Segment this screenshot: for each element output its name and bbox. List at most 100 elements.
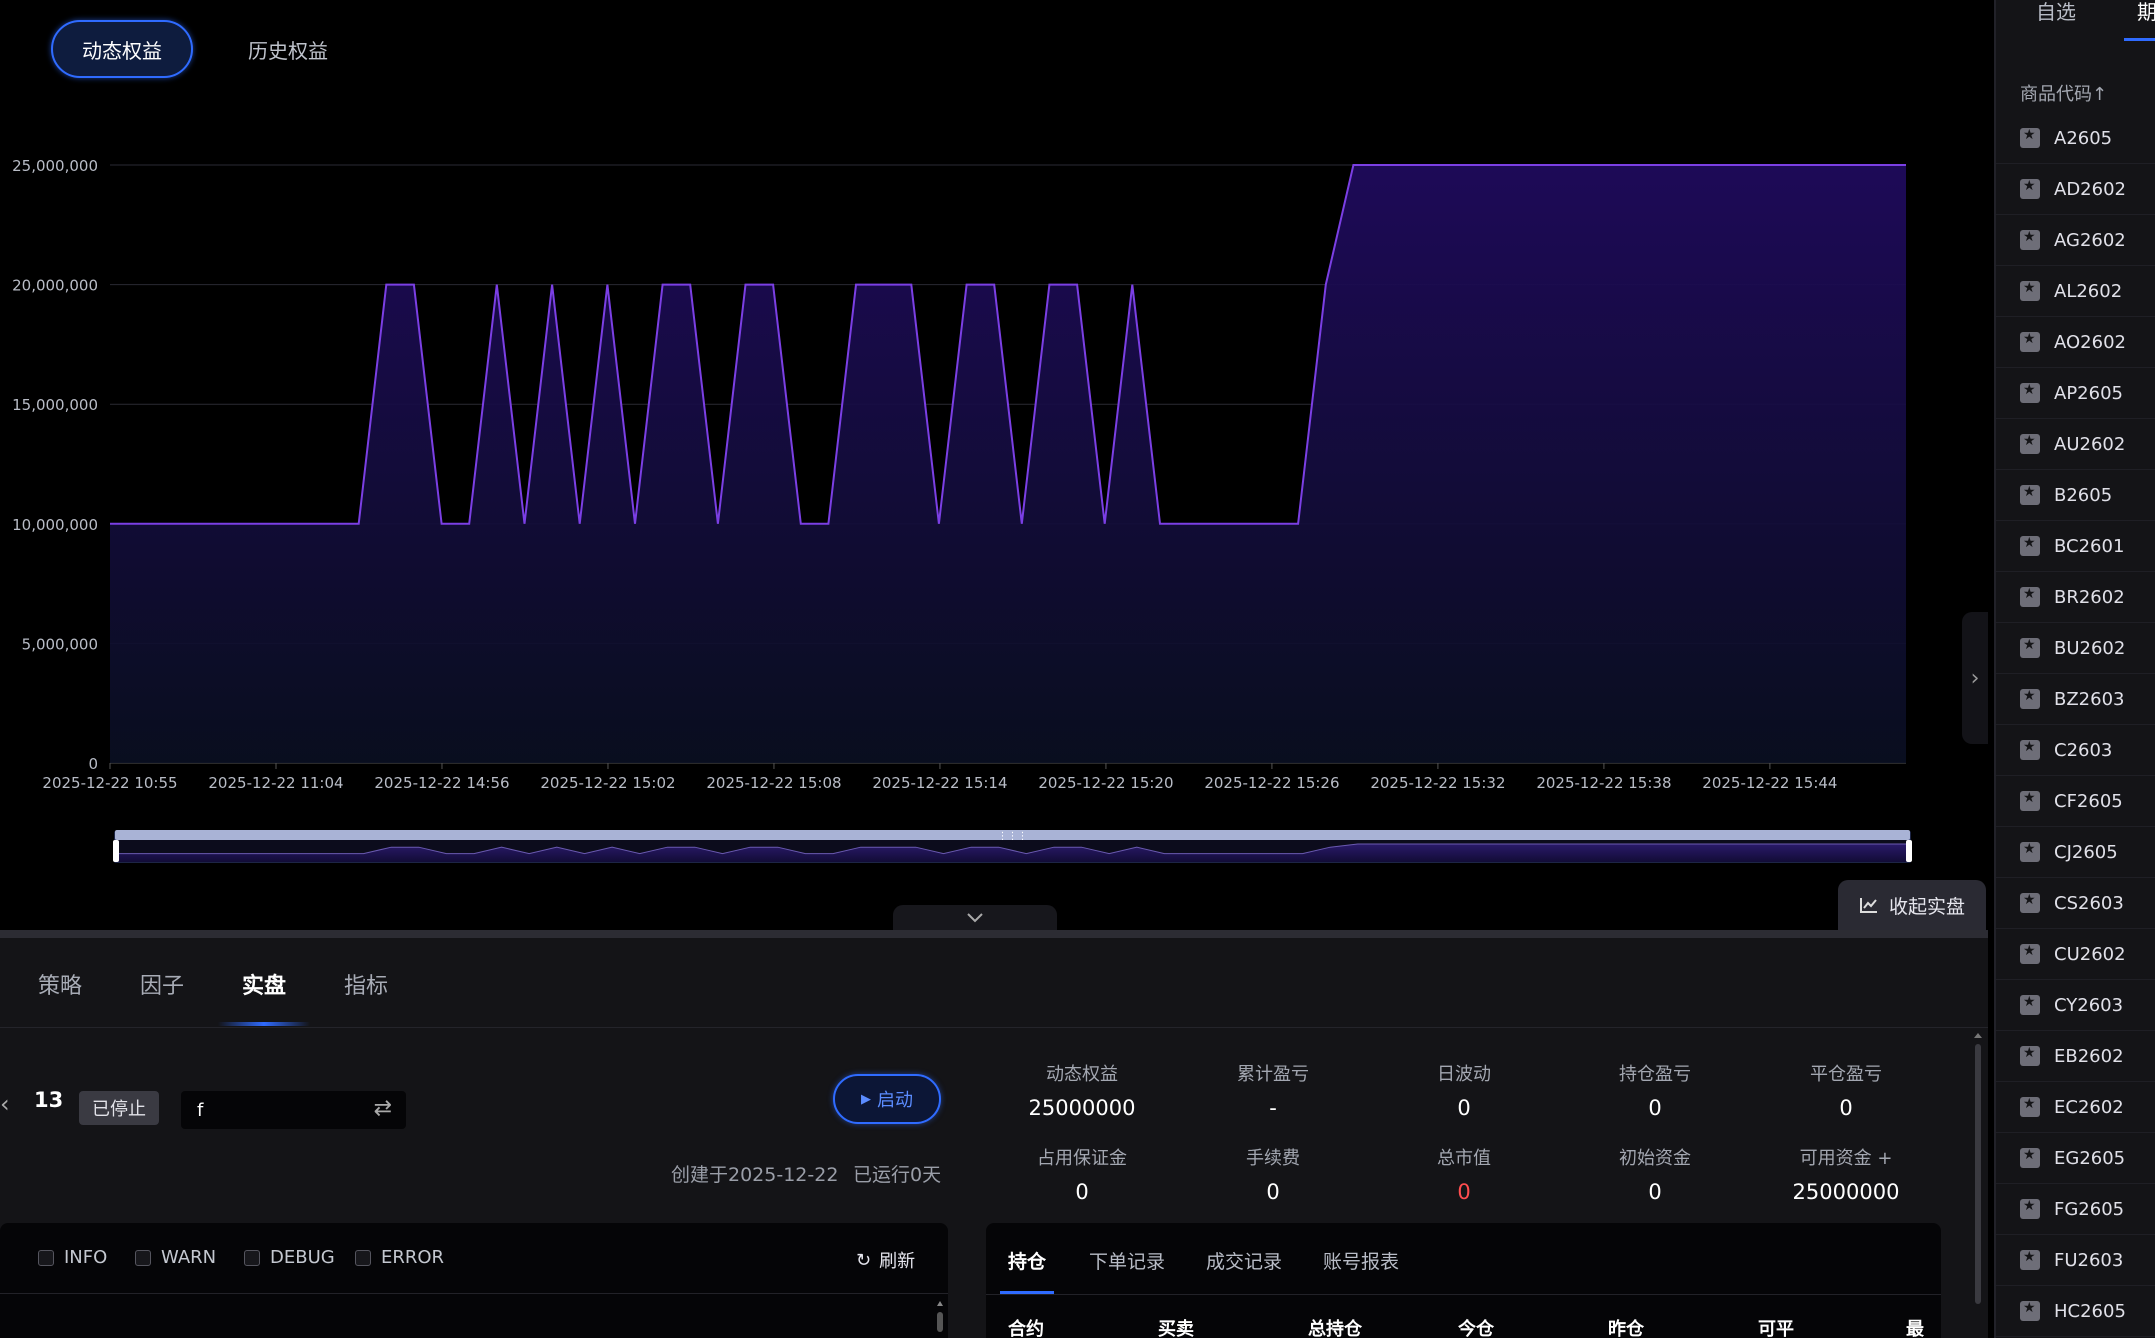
- list-item[interactable]: AU2602: [1996, 419, 2155, 470]
- bookmark-star-icon[interactable]: [2020, 331, 2040, 352]
- bookmark-star-icon[interactable]: [2020, 688, 2040, 709]
- list-item[interactable]: AD2602: [1996, 164, 2155, 215]
- list-item[interactable]: EB2602: [1996, 1031, 2155, 1082]
- zoom-handle-right[interactable]: [1906, 840, 1912, 862]
- swap-icon[interactable]: ⇄: [374, 1096, 392, 1121]
- tab-favorites[interactable]: 自选: [2036, 0, 2076, 25]
- list-item[interactable]: CY2603: [1996, 980, 2155, 1031]
- checkbox[interactable]: [244, 1249, 260, 1266]
- list-item[interactable]: CS2603: [1996, 878, 2155, 929]
- tab-factor[interactable]: 因子: [140, 968, 184, 1000]
- bookmark-star-icon[interactable]: [2020, 1300, 2040, 1321]
- checkbox[interactable]: [38, 1249, 54, 1266]
- bookmark-star-icon[interactable]: [2020, 1045, 2040, 1066]
- panel-collapse-handle[interactable]: [893, 905, 1057, 930]
- list-item[interactable]: B2605: [1996, 470, 2155, 521]
- bookmark-star-icon[interactable]: [2020, 178, 2040, 199]
- filter-info[interactable]: INFO: [38, 1247, 107, 1268]
- checkbox[interactable]: [135, 1249, 151, 1266]
- log-scrollbar[interactable]: [936, 1298, 944, 1338]
- list-item[interactable]: CJ2605: [1996, 827, 2155, 878]
- list-item[interactable]: BC2601: [1996, 521, 2155, 572]
- x-tick-label: 2025-12-22 10:55: [42, 774, 177, 792]
- list-item[interactable]: EG2605: [1996, 1133, 2155, 1184]
- bookmark-star-icon[interactable]: [2020, 790, 2040, 811]
- bookmark-star-icon[interactable]: [2020, 637, 2040, 658]
- equity-area: [110, 165, 1906, 763]
- symbol-code: B2605: [2054, 484, 2113, 506]
- list-item[interactable]: CF2605: [1996, 776, 2155, 827]
- list-item[interactable]: FG2605: [1996, 1184, 2155, 1235]
- bookmark-star-icon[interactable]: [2020, 943, 2040, 964]
- bookmark-star-icon[interactable]: [2020, 280, 2040, 301]
- list-item[interactable]: C2603: [1996, 725, 2155, 776]
- bookmark-star-icon[interactable]: [2020, 1198, 2040, 1219]
- bookmark-star-icon[interactable]: [2020, 229, 2040, 250]
- collapse-live-button[interactable]: 收起实盘: [1838, 880, 1986, 930]
- tab-trades[interactable]: 成交记录: [1206, 1247, 1282, 1274]
- list-item[interactable]: CU2602: [1996, 929, 2155, 980]
- list-item[interactable]: BU2602: [1996, 623, 2155, 674]
- list-item[interactable]: BR2602: [1996, 572, 2155, 623]
- list-item[interactable]: AP2605: [1996, 368, 2155, 419]
- column-header-symbol[interactable]: 商品代码↑: [2020, 80, 2107, 106]
- bookmark-star-icon[interactable]: [2020, 994, 2040, 1015]
- list-item[interactable]: A2605: [1996, 113, 2155, 164]
- x-tick-label: 2025-12-22 15:02: [540, 774, 675, 792]
- bookmark-star-icon[interactable]: [2020, 127, 2040, 148]
- list-item[interactable]: AL2602: [1996, 266, 2155, 317]
- bookmark-star-icon[interactable]: [2020, 739, 2040, 760]
- filter-error[interactable]: ERROR: [355, 1247, 444, 1268]
- filter-warn[interactable]: WARN: [135, 1247, 216, 1268]
- y-tick-label: 20,000,000: [12, 277, 98, 295]
- list-item[interactable]: HC2605: [1996, 1286, 2155, 1337]
- list-item[interactable]: AO2602: [1996, 317, 2155, 368]
- strategy-select-input[interactable]: f ⇄: [181, 1091, 406, 1129]
- list-item[interactable]: FU2603: [1996, 1235, 2155, 1286]
- symbol-code: EC2602: [2054, 1096, 2124, 1118]
- tab-live[interactable]: 实盘: [242, 968, 286, 1000]
- refresh-button[interactable]: ↻ 刷新: [856, 1247, 915, 1273]
- y-tick-label: 25,000,000: [12, 157, 98, 175]
- bookmark-star-icon[interactable]: [2020, 1249, 2040, 1270]
- bookmark-star-icon[interactable]: [2020, 484, 2040, 505]
- panel-scrollbar[interactable]: [1972, 1030, 1984, 1338]
- list-item[interactable]: EC2602: [1996, 1082, 2155, 1133]
- tab-account-report[interactable]: 账号报表: [1323, 1247, 1399, 1274]
- stat-available-funds[interactable]: 可用资金 +25000000: [1761, 1144, 1931, 1204]
- filter-debug[interactable]: DEBUG: [244, 1247, 335, 1268]
- tab-strategy[interactable]: 策略: [38, 968, 82, 1000]
- bookmark-star-icon[interactable]: [2020, 586, 2040, 607]
- list-item[interactable]: AG2602: [1996, 215, 2155, 266]
- column-header-today-position: 今仓: [1458, 1319, 1494, 1338]
- chevron-left-icon[interactable]: ‹: [0, 1090, 10, 1118]
- column-header-yesterday-position: 昨仓: [1608, 1319, 1644, 1338]
- tab-orders[interactable]: 下单记录: [1089, 1247, 1165, 1274]
- bookmark-star-icon[interactable]: [2020, 841, 2040, 862]
- stat-position-pnl: 持仓盈亏 0: [1619, 1064, 1691, 1120]
- bookmark-star-icon[interactable]: [2020, 433, 2040, 454]
- x-tick-label: 2025-12-22 15:26: [1204, 774, 1339, 792]
- tab-indicator[interactable]: 指标: [344, 968, 388, 1000]
- checkbox[interactable]: [355, 1249, 371, 1266]
- bookmark-star-icon[interactable]: [2020, 1147, 2040, 1168]
- column-header-side: 买卖: [1158, 1319, 1194, 1338]
- symbol-code: C2603: [2054, 739, 2113, 761]
- list-item[interactable]: BZ2603: [1996, 674, 2155, 725]
- start-label: 启动: [877, 1090, 913, 1111]
- sidebar-toggle[interactable]: ›: [1962, 612, 1988, 744]
- bookmark-star-icon[interactable]: [2020, 382, 2040, 403]
- x-tick-label: 2025-12-22 11:04: [208, 774, 343, 792]
- symbol-code: EB2602: [2054, 1045, 2124, 1067]
- bookmark-star-icon[interactable]: [2020, 892, 2040, 913]
- line-chart-icon: [1859, 898, 1877, 913]
- bookmark-star-icon[interactable]: [2020, 535, 2040, 556]
- zoom-handle-left[interactable]: [113, 840, 119, 862]
- start-button[interactable]: ▶ 启动: [833, 1074, 941, 1124]
- strategy-input-value: f: [197, 1099, 204, 1121]
- tab-futures[interactable]: 期: [2137, 0, 2155, 25]
- symbol-code: HC2605: [2054, 1300, 2126, 1322]
- bookmark-star-icon[interactable]: [2020, 1096, 2040, 1117]
- tab-positions[interactable]: 持仓: [1008, 1247, 1046, 1274]
- zoom-grip-icon[interactable]: ⋮⋮⋮: [998, 831, 1028, 842]
